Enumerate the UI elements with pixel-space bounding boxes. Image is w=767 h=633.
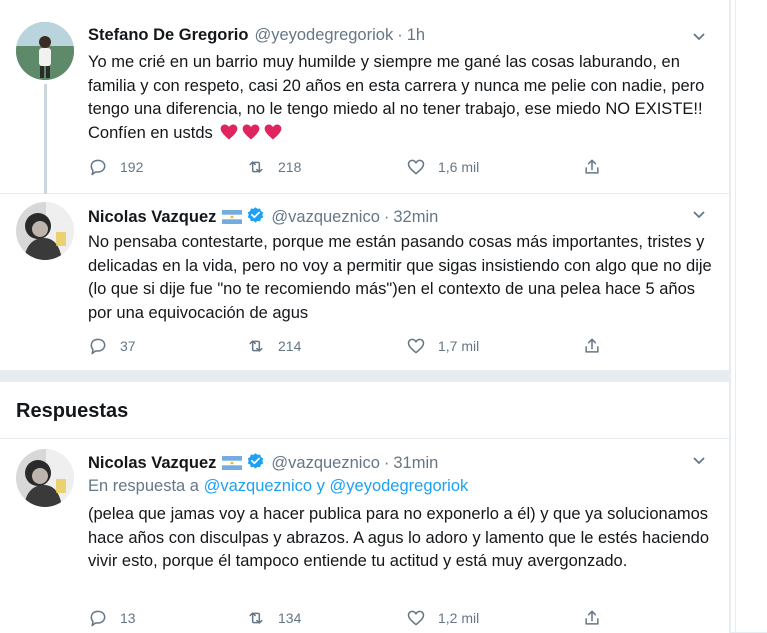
chevron-down-icon[interactable] xyxy=(691,452,707,468)
argentina-flag-icon xyxy=(222,456,243,470)
retweet-count: 134 xyxy=(278,610,302,626)
reply-button[interactable]: 13 xyxy=(88,607,136,629)
like-button[interactable]: 1,6 mil xyxy=(406,156,479,178)
tweet-nicolas-main[interactable]: Nicolas Vazquez @vazqueznico · 32min No pen… xyxy=(0,194,729,370)
reply-icon xyxy=(90,610,106,627)
share-icon xyxy=(585,159,599,174)
verified-badge-icon xyxy=(248,453,264,469)
tweet-actions: 13 134 1,2 mil xyxy=(88,607,628,629)
reply-context: En respuesta a @vazqueznico y @yeyodegre… xyxy=(88,477,468,496)
reply-and: y xyxy=(316,477,325,495)
like-count: 1,6 mil xyxy=(438,159,480,175)
reply-count: 37 xyxy=(120,338,136,354)
tweet-header: Stefano De Gregorio @yeyodegregoriok · 1h xyxy=(88,26,425,45)
like-icon xyxy=(407,159,425,175)
author-handle[interactable]: @yeyodegregoriok xyxy=(254,26,393,44)
sidebar-edge xyxy=(731,0,767,632)
like-button[interactable]: 1,7 mil xyxy=(406,335,479,357)
author-name[interactable]: Stefano De Gregorio xyxy=(88,26,248,44)
author-name[interactable]: Nicolas Vazquez xyxy=(88,454,216,472)
retweet-button[interactable]: 214 xyxy=(246,335,301,357)
tweet-header: Nicolas Vazquez @vazqueznico · 32min xyxy=(88,206,438,227)
heart-emoji-row xyxy=(217,124,283,142)
author-name[interactable]: Nicolas Vazquez xyxy=(88,208,216,226)
author-handle[interactable]: @vazqueznico xyxy=(271,454,379,472)
tweet-text: Yo me crié en un barrio muy humilde y si… xyxy=(88,51,718,145)
chevron-down-icon[interactable] xyxy=(691,28,707,44)
share-icon xyxy=(585,610,599,625)
avatar-nicolas[interactable] xyxy=(16,449,74,507)
reply-icon xyxy=(90,338,106,355)
like-count: 1,2 mil xyxy=(438,610,480,626)
separator: · xyxy=(383,454,390,472)
sidebar-panel xyxy=(735,0,767,632)
tweet-body: Yo me crié en un barrio muy humilde y si… xyxy=(88,53,705,142)
share-button[interactable] xyxy=(582,156,614,178)
timeline-panel: Stefano De Gregorio @yeyodegregoriok · 1h Y… xyxy=(0,0,729,633)
tweet-text: (pelea que jamas voy a hacer publica par… xyxy=(88,505,709,570)
separator: · xyxy=(383,208,390,226)
section-title: Respuestas xyxy=(16,400,129,422)
chevron-down-icon[interactable] xyxy=(691,206,707,222)
tweet-header: Nicolas Vazquez @vazqueznico · 31min xyxy=(88,452,438,473)
red-heart-emoji-icon xyxy=(221,124,238,139)
replies-section-header: Respuestas xyxy=(0,382,729,438)
timestamp[interactable]: 1h xyxy=(407,26,425,44)
red-heart-emoji-icon xyxy=(265,124,282,139)
share-button[interactable] xyxy=(582,607,614,629)
tweet-text: No pensaba contestarte, porque me están … xyxy=(88,233,712,322)
red-heart-emoji-icon xyxy=(243,124,260,139)
retweet-icon xyxy=(249,340,263,352)
reply-count: 192 xyxy=(120,159,144,175)
separator: · xyxy=(397,26,403,44)
mention-link[interactable]: @yeyodegregoriok xyxy=(330,477,469,495)
tweet-nicolas-reply[interactable]: Nicolas Vazquez @vazqueznico · 31min En res… xyxy=(0,438,729,633)
tweet-actions: 37 214 1,7 mil xyxy=(88,335,628,357)
reply-prefix: En respuesta a xyxy=(88,477,199,495)
timestamp[interactable]: 32min xyxy=(393,208,438,226)
reply-count: 13 xyxy=(120,610,136,626)
avatar-nicolas[interactable] xyxy=(16,202,74,260)
retweet-icon xyxy=(249,612,263,624)
tweet-stefano[interactable]: Stefano De Gregorio @yeyodegregoriok · 1h Y… xyxy=(0,8,729,198)
retweet-button[interactable]: 134 xyxy=(246,607,301,629)
like-icon xyxy=(407,610,425,626)
retweet-button[interactable]: 218 xyxy=(246,156,301,178)
like-count: 1,7 mil xyxy=(438,338,480,354)
reply-button[interactable]: 192 xyxy=(88,156,143,178)
like-button[interactable]: 1,2 mil xyxy=(406,607,479,629)
retweet-icon xyxy=(249,161,263,173)
share-icon xyxy=(585,338,599,353)
verified-badge-icon xyxy=(248,207,264,223)
timestamp[interactable]: 31min xyxy=(393,454,438,472)
section-divider xyxy=(0,370,729,382)
mention-link[interactable]: @vazqueznico xyxy=(204,477,312,495)
avatar-stefano[interactable] xyxy=(16,22,74,80)
retweet-count: 218 xyxy=(278,159,302,175)
reply-icon xyxy=(90,159,106,176)
thread-line xyxy=(44,84,47,198)
share-button[interactable] xyxy=(582,335,614,357)
retweet-count: 214 xyxy=(278,338,302,354)
argentina-flag-icon xyxy=(222,210,243,224)
tweet-actions: 192 218 1,6 mil xyxy=(88,156,628,178)
author-handle[interactable]: @vazqueznico xyxy=(271,208,379,226)
like-icon xyxy=(407,338,425,354)
reply-button[interactable]: 37 xyxy=(88,335,136,357)
